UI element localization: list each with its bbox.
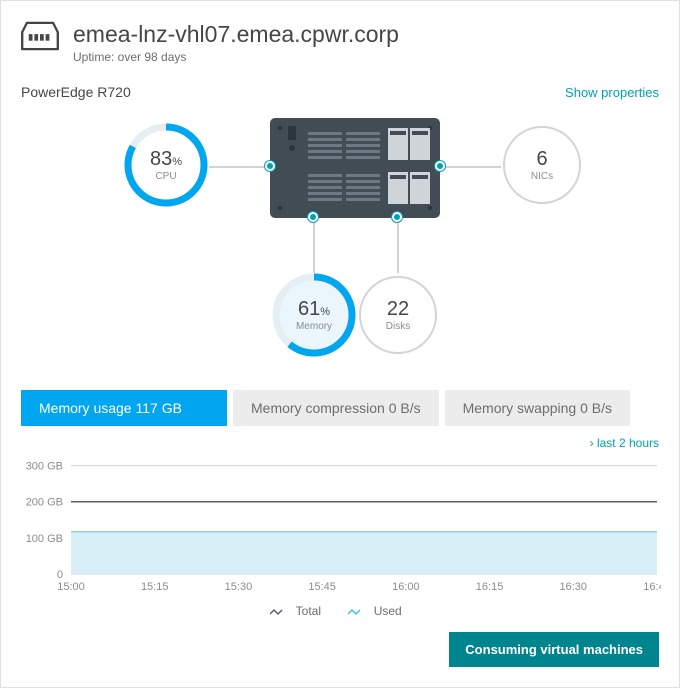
nics-gauge[interactable]: 6 NICs (499, 122, 585, 208)
memory-value: 61 (298, 298, 320, 320)
server-icon (21, 21, 59, 56)
tab-memory-compression[interactable]: Memory compression 0 B/s (233, 390, 439, 426)
disks-label: Disks (386, 321, 410, 332)
svg-text:16:45: 16:45 (643, 581, 661, 593)
server-diagram: 83% CPU 6 NICs 61% Memory 22 Disk (21, 114, 659, 374)
legend-used: Used (348, 604, 409, 618)
memory-label: Memory (296, 321, 332, 332)
svg-text:16:30: 16:30 (560, 581, 588, 593)
memory-gauge[interactable]: 61% Memory (271, 272, 357, 358)
memory-chart[interactable]: 0 100 GB 200 GB 300 GB 15:00 15:15 15:30 15:45 1… (21, 456, 659, 596)
tab-memory-swapping[interactable]: Memory swapping 0 B/s (445, 390, 630, 426)
disks-gauge[interactable]: 22 Disks (355, 272, 441, 358)
model-row: PowerEdge R720 Show properties (21, 84, 659, 100)
svg-text:200 GB: 200 GB (26, 497, 63, 509)
svg-text:15:00: 15:00 (57, 581, 85, 593)
svg-text:15:15: 15:15 (141, 581, 169, 593)
hostname: emea-lnz-vhl07.emea.cpwr.corp (73, 21, 399, 48)
cpu-value: 83 (150, 148, 172, 170)
show-properties-link[interactable]: Show properties (565, 85, 659, 100)
chart-legend: Total Used (21, 604, 659, 618)
svg-text:16:00: 16:00 (392, 581, 420, 593)
cpu-gauge[interactable]: 83% CPU (123, 122, 209, 208)
nics-label: NICs (531, 171, 553, 182)
nics-value: 6 (536, 148, 547, 171)
server-model: PowerEdge R720 (21, 84, 131, 100)
svg-text:0: 0 (57, 569, 63, 581)
tab-memory-usage[interactable]: Memory usage 117 GB (21, 390, 227, 426)
consuming-vms-button[interactable]: Consuming virtual machines (449, 632, 659, 667)
header: emea-lnz-vhl07.emea.cpwr.corp Uptime: ov… (21, 21, 659, 64)
timeframe-link[interactable]: last 2 hours (21, 436, 659, 450)
svg-text:15:30: 15:30 (225, 581, 253, 593)
svg-text:16:15: 16:15 (476, 581, 504, 593)
uptime-text: Uptime: over 98 days (73, 50, 399, 64)
cpu-label: CPU (155, 171, 176, 182)
metric-tabs: Memory usage 117 GB Memory compression 0… (21, 390, 659, 426)
svg-text:100 GB: 100 GB (26, 533, 63, 545)
svg-text:300 GB: 300 GB (26, 461, 63, 473)
server-rack-icon (270, 118, 440, 218)
disks-value: 22 (387, 298, 409, 321)
host-details-panel: emea-lnz-vhl07.emea.cpwr.corp Uptime: ov… (0, 0, 680, 688)
svg-text:15:45: 15:45 (308, 581, 336, 593)
legend-total: Total (270, 604, 329, 618)
